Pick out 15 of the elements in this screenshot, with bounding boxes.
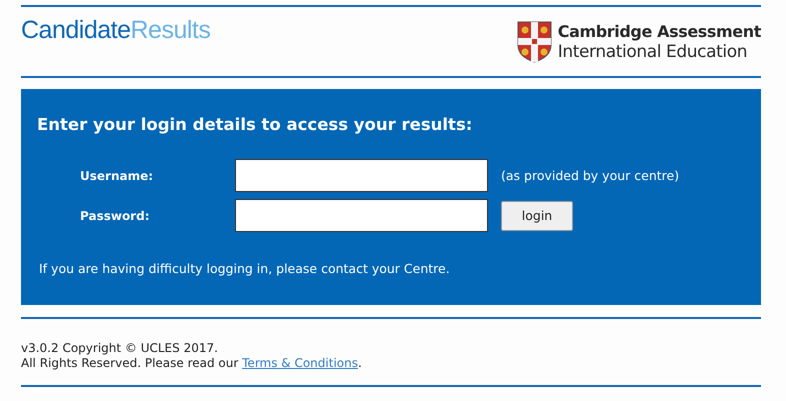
field-label: Password: (80, 208, 150, 222)
password-field[interactable] (235, 199, 488, 232)
login-button[interactable]: login (501, 200, 573, 230)
crest-icon (516, 21, 552, 63)
organization-name: International Education (558, 42, 748, 62)
field-hint: (as provided by your centre) (501, 168, 680, 183)
field-label: Username: (80, 168, 154, 182)
rights-text: All Rights Reserved. Please read our Terms & Conditions. (21, 356, 363, 371)
panel-heading: Enter your login details to access your results: (37, 115, 474, 134)
organization-name: Cambridge Assessment (558, 22, 761, 42)
username-field[interactable] (235, 159, 488, 192)
brand-title: CandidateResults (21, 16, 210, 45)
copyright-text: v3.0.2 Copyright © UCLES 2017. (21, 341, 219, 356)
terms-link[interactable]: Terms & Conditions (242, 356, 358, 370)
help-text: If you are having difficulty logging in, please contact your Centre. (39, 261, 451, 276)
